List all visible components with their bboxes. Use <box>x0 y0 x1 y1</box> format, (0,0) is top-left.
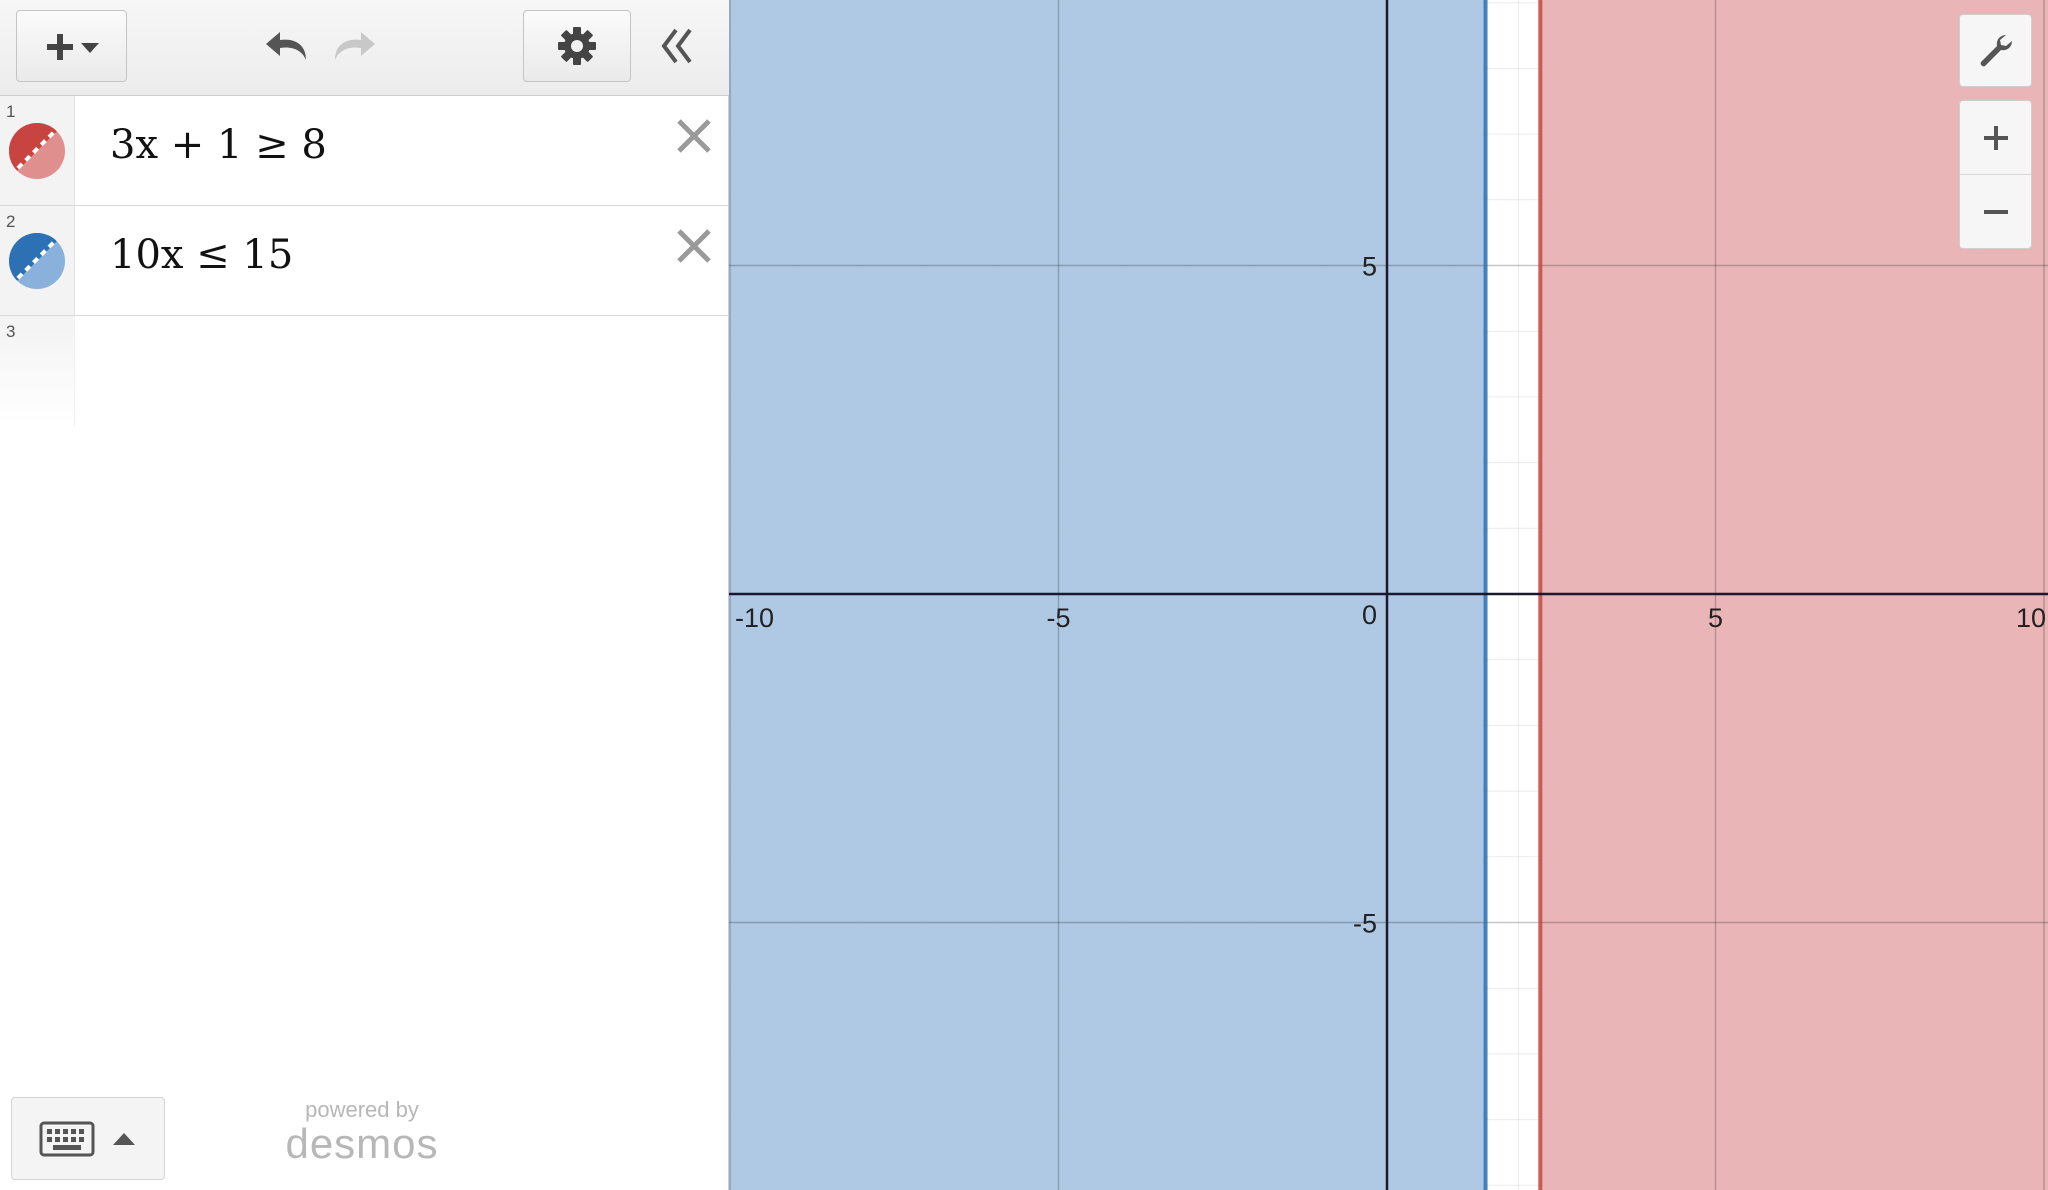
graph-paper[interactable]: -10 -5 5 10 0 5 -5 <box>729 0 2048 1190</box>
keyboard-toggle-button[interactable] <box>11 1097 165 1180</box>
undo-icon <box>266 32 306 60</box>
desmos-logo: desmos <box>285 1120 439 1167</box>
expression-math[interactable]: 3x + 1 ≥ 8 <box>110 122 327 168</box>
y-tick-label: 5 <box>1362 252 1377 282</box>
expression-row[interactable]: 1 3x + 1 ≥ 8 <box>0 96 729 206</box>
double-chevron-left-icon <box>661 28 692 64</box>
settings-button[interactable] <box>523 10 631 82</box>
expression-panel: 1 3x + 1 ≥ 8 2 10x ≤ 15 3 powered by des… <box>0 0 729 1190</box>
desmos-app: 1 3x + 1 ≥ 8 2 10x ≤ 15 3 powered by des… <box>0 0 2048 1190</box>
close-icon <box>677 229 711 263</box>
y-tick-label: -5 <box>1353 909 1377 939</box>
expression-row[interactable]: 2 10x ≤ 15 <box>0 206 729 316</box>
delete-expression-button[interactable] <box>668 220 720 272</box>
plus-with-dropdown-icon <box>46 34 99 60</box>
add-item-button[interactable] <box>16 10 127 82</box>
expression-index: 3 <box>6 322 16 341</box>
graph-settings-button[interactable] <box>1959 14 2032 87</box>
minus-icon <box>1983 210 2008 214</box>
powered-by-desmos[interactable]: powered by desmos <box>282 1098 442 1166</box>
gear-icon <box>558 27 596 65</box>
delete-expression-button[interactable] <box>668 110 720 162</box>
zoom-controls <box>1959 100 2032 249</box>
graph-canvas[interactable]: -10 -5 5 10 0 5 -5 <box>729 0 2048 1190</box>
expression-index: 2 <box>6 212 16 231</box>
expression-gutter: 2 <box>0 206 75 315</box>
collapse-panel-button[interactable] <box>648 14 708 78</box>
redo-icon <box>335 32 375 60</box>
zoom-out-button[interactable] <box>1960 175 2031 249</box>
zoom-in-button[interactable] <box>1960 101 2031 175</box>
undo-button[interactable] <box>258 14 318 78</box>
shade-toggle-icon[interactable] <box>7 121 67 181</box>
x-tick-label: 5 <box>1708 603 1723 633</box>
plus-icon <box>1983 125 2008 150</box>
expression-gutter: 3 <box>0 316 75 426</box>
keyboard-icon <box>39 1121 95 1156</box>
powered-by-text: powered by <box>305 1097 419 1122</box>
expression-gutter: 1 <box>0 96 75 205</box>
origin-label: 0 <box>1362 600 1377 630</box>
shade-toggle-icon[interactable] <box>7 231 67 291</box>
expression-row-empty[interactable]: 3 <box>0 316 729 426</box>
x-tick-label: -5 <box>1046 603 1070 633</box>
x-tick-label: -10 <box>735 603 774 633</box>
caret-up-icon <box>113 1132 135 1145</box>
expression-toolbar <box>0 0 729 96</box>
close-icon <box>677 119 711 153</box>
expression-index: 1 <box>6 102 16 121</box>
x-tick-label: 10 <box>2016 603 2046 633</box>
expression-list: 1 3x + 1 ≥ 8 2 10x ≤ 15 3 <box>0 96 729 426</box>
expression-math[interactable]: 10x ≤ 15 <box>110 232 293 278</box>
redo-button[interactable] <box>323 14 383 78</box>
wrench-icon <box>1980 34 2012 66</box>
